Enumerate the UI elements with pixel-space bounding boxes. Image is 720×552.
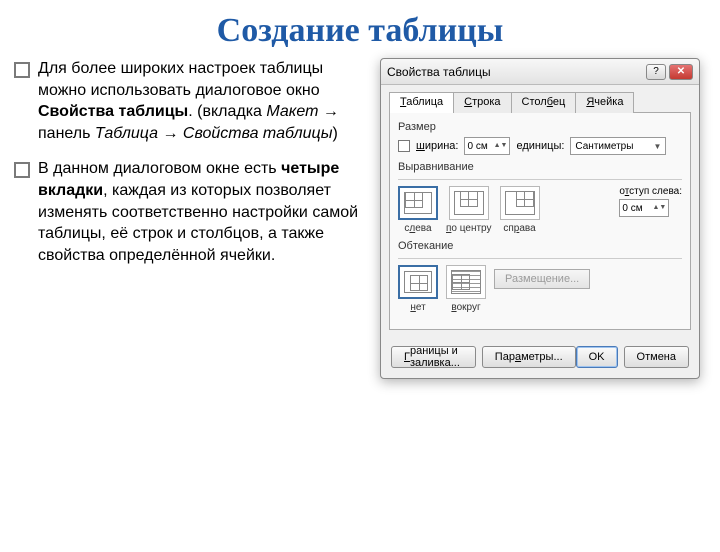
align-center-option[interactable]: по центру bbox=[446, 186, 492, 234]
tab-label: трока bbox=[472, 96, 500, 108]
spinner-arrows-icon: ▲▼ bbox=[494, 143, 508, 149]
text-run-italic: Свойства таблицы bbox=[183, 125, 333, 142]
align-right-label: справа bbox=[503, 223, 535, 234]
text-run: Для более широких настроек таблицы можно… bbox=[38, 60, 323, 99]
indent-value: 0 см bbox=[622, 203, 642, 214]
slide-title: Создание таблицы bbox=[0, 12, 720, 50]
wrap-none-option[interactable]: нет bbox=[398, 265, 438, 313]
borders-shading-button[interactable]: Границы и заливка... bbox=[391, 346, 476, 368]
align-center-label: по центру bbox=[446, 223, 492, 234]
help-button[interactable]: ? bbox=[646, 64, 666, 80]
group-size-label: Размер bbox=[398, 121, 682, 133]
align-center-icon bbox=[449, 186, 489, 220]
group-align-label: Выравнивание bbox=[398, 161, 682, 173]
dialog-titlebar: Свойства таблицы ? ✕ bbox=[381, 59, 699, 85]
tab-label: чейка bbox=[594, 96, 623, 108]
tab-column[interactable]: Столбец bbox=[511, 92, 577, 113]
ok-button[interactable]: OK bbox=[576, 346, 618, 368]
table-properties-dialog: Свойства таблицы ? ✕ Таблица Строка Стол… bbox=[380, 58, 700, 379]
group-wrap-label: Обтекание bbox=[398, 240, 682, 252]
align-left-label: слева bbox=[404, 223, 431, 234]
options-button[interactable]: Параметры... bbox=[482, 346, 576, 368]
units-label: единицы: bbox=[516, 140, 564, 152]
indent-label: отступ слева: bbox=[619, 186, 682, 197]
units-value: Сантиметры bbox=[575, 141, 633, 152]
text-run-bold: Свойства таблицы bbox=[38, 103, 188, 120]
align-left-option[interactable]: слева bbox=[398, 186, 438, 234]
wrap-none-icon bbox=[398, 265, 438, 299]
tab-label: ец bbox=[553, 96, 565, 108]
align-right-icon bbox=[500, 186, 540, 220]
width-checkbox[interactable] bbox=[398, 140, 410, 152]
text-run-italic: Таблица bbox=[95, 125, 158, 142]
cancel-button[interactable]: Отмена bbox=[624, 346, 689, 368]
spinner-arrows-icon: ▲▼ bbox=[653, 205, 667, 211]
text-run: . (вкладка bbox=[188, 103, 266, 120]
wrap-around-label: вокруг bbox=[451, 302, 480, 313]
tab-label: Стол bbox=[522, 96, 547, 108]
width-spinner[interactable]: 0 см ▲▼ bbox=[464, 137, 510, 155]
tab-row[interactable]: Строка bbox=[453, 92, 511, 113]
wrap-around-option[interactable]: вокруг bbox=[446, 265, 486, 313]
width-label: ширина: bbox=[416, 140, 458, 152]
indent-group: отступ слева: 0 см ▲▼ bbox=[619, 186, 682, 217]
chevron-down-icon: ▼ bbox=[653, 142, 661, 151]
align-left-icon bbox=[398, 186, 438, 220]
tab-table[interactable]: Таблица bbox=[389, 92, 454, 113]
tab-label: аблица bbox=[406, 96, 443, 108]
wrap-around-icon bbox=[446, 265, 486, 299]
bullet-2: В данном диалоговом окне есть четыре вкл… bbox=[14, 158, 374, 266]
tabstrip: Таблица Строка Столбец Ячейка bbox=[389, 91, 691, 113]
indent-spinner[interactable]: 0 см ▲▼ bbox=[619, 199, 669, 217]
text-run: ) bbox=[332, 125, 337, 142]
dialog-footer: Границы и заливка... Параметры... OK Отм… bbox=[381, 338, 699, 378]
align-right-option[interactable]: справа bbox=[500, 186, 540, 234]
text-run: → bbox=[158, 125, 183, 142]
width-value: 0 см bbox=[467, 141, 487, 152]
dialog-title: Свойства таблицы bbox=[387, 65, 643, 79]
close-button[interactable]: ✕ bbox=[669, 64, 693, 80]
tab-panel-table: Размер ширина: 0 см ▲▼ единицы: Сантимет… bbox=[389, 113, 691, 330]
bullet-list: Для более широких настроек таблицы можно… bbox=[14, 58, 374, 379]
text-run-italic: Макет bbox=[266, 103, 318, 120]
wrap-none-label: нет bbox=[410, 302, 425, 313]
units-combo[interactable]: Сантиметры ▼ bbox=[570, 137, 666, 155]
position-button[interactable]: Размещение... bbox=[494, 269, 590, 289]
bullet-1: Для более широких настроек таблицы можно… bbox=[14, 58, 374, 144]
tab-cell[interactable]: Ячейка bbox=[575, 92, 634, 113]
text-run: В данном диалоговом окне есть bbox=[38, 160, 281, 177]
